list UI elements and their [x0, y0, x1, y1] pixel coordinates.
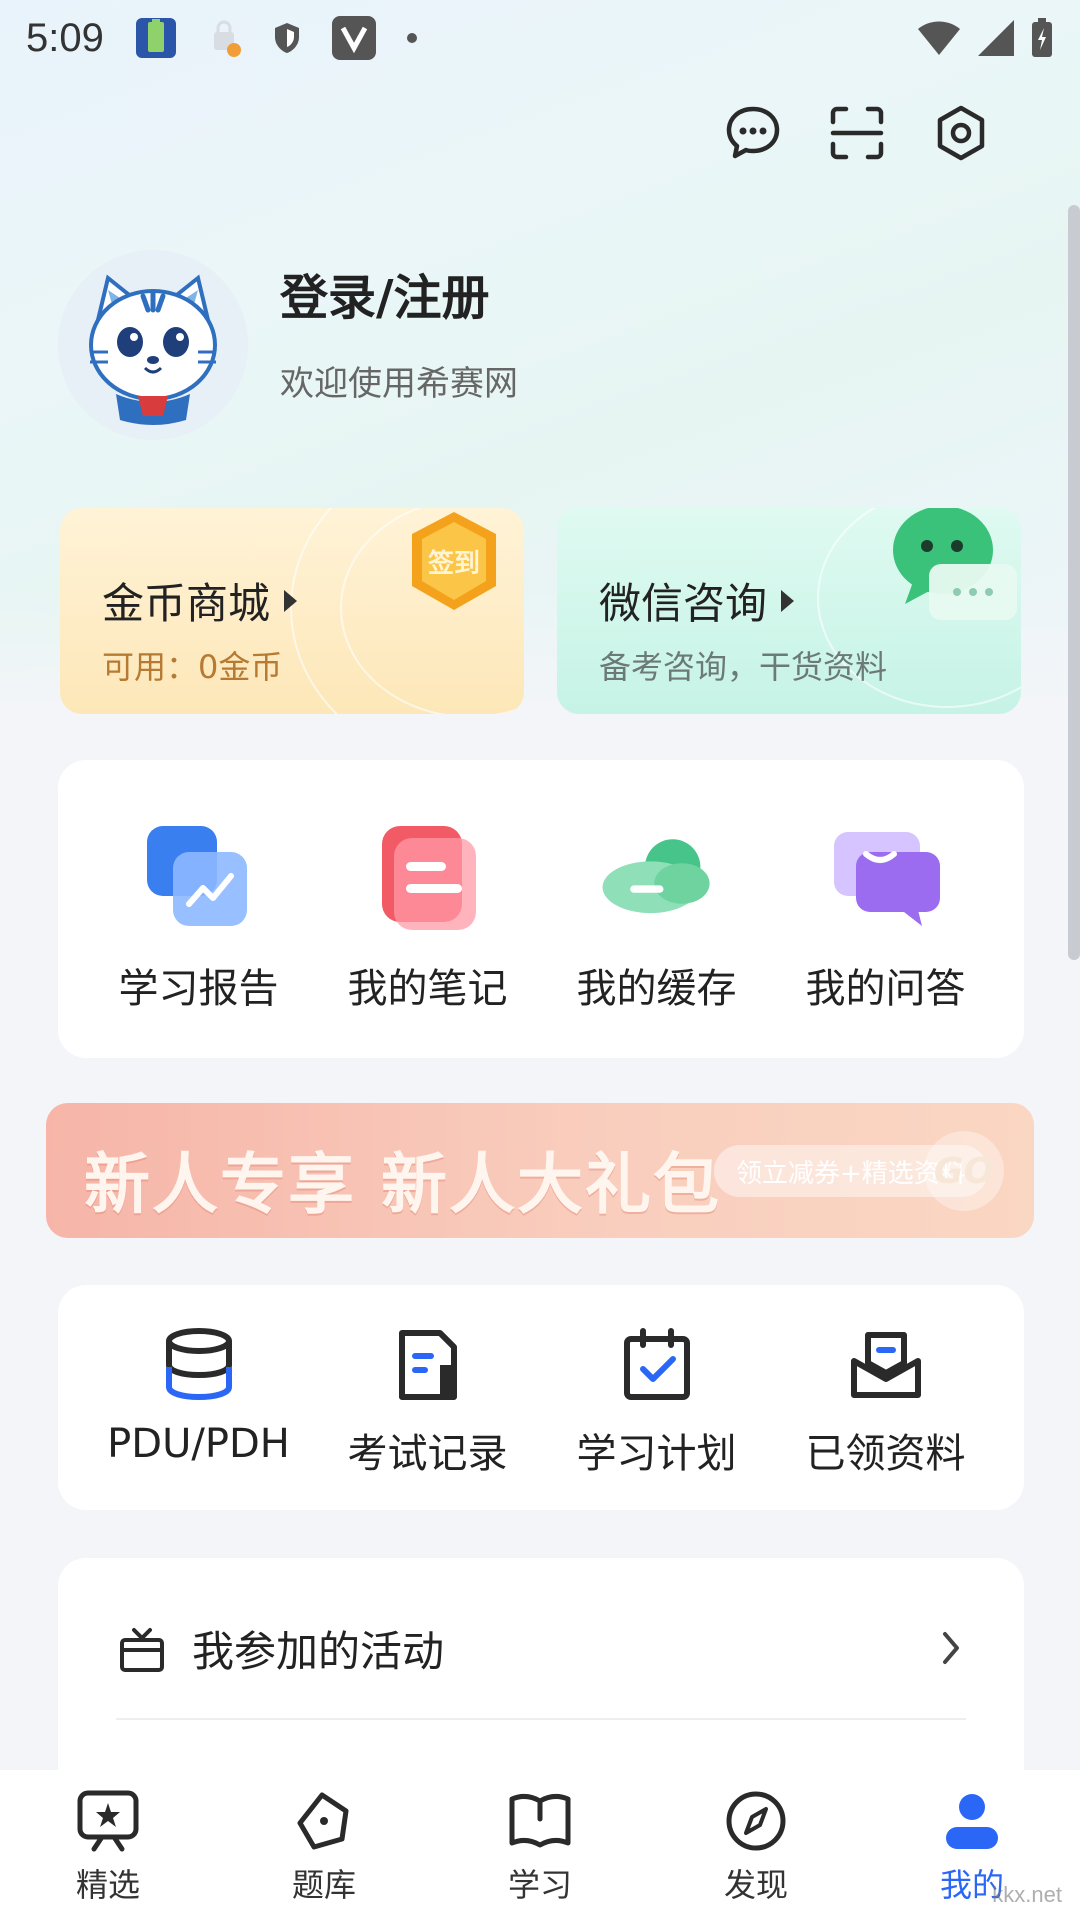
- scan-button[interactable]: [828, 104, 886, 162]
- scan-icon: [830, 106, 884, 160]
- feature-my-qa[interactable]: 我的问答: [771, 818, 1000, 1014]
- tab-question-bank[interactable]: 题库: [216, 1770, 432, 1920]
- coin-mall-title: 金币商城: [102, 570, 298, 631]
- calendar-check-icon: [623, 1328, 690, 1400]
- features-grid: 学习报告 我的笔记 我的缓存 我的问答: [84, 818, 1024, 1014]
- wechat-consult-label: 微信咨询: [599, 579, 768, 628]
- gift-icon: [120, 1628, 164, 1672]
- chevron-right-icon: [943, 1632, 959, 1664]
- qa-chat-icon: [833, 832, 940, 926]
- cloud-cache-icon: [602, 839, 710, 914]
- tool-label: 考试记录: [347, 1431, 508, 1477]
- star-board-icon: [75, 1788, 141, 1854]
- status-bar: 5:09: [0, 0, 1080, 76]
- v-app-icon: [331, 16, 376, 60]
- message-icon: [726, 106, 780, 159]
- tab-label: 学习: [507, 1866, 572, 1904]
- tool-label: 学习计划: [576, 1431, 737, 1477]
- status-system-icons: [916, 17, 1054, 59]
- caret-right-icon: [781, 589, 795, 612]
- welcome-text: 欢迎使用希赛网: [280, 364, 518, 404]
- settings-button[interactable]: [932, 104, 990, 162]
- wechat-consult-card[interactable]: 微信咨询 备考咨询，干货资料: [557, 508, 1021, 714]
- feature-my-notes[interactable]: 我的笔记: [313, 818, 542, 1014]
- tool-label: PDU/PDH: [107, 1421, 290, 1467]
- tool-study-plan[interactable]: 学习计划: [542, 1325, 771, 1479]
- sign-in-badge-icon[interactable]: 签到: [384, 508, 524, 638]
- avatar[interactable]: [58, 250, 248, 440]
- wechat-consult-subtitle: 备考咨询，干货资料: [599, 648, 888, 686]
- tab-label: 精选: [75, 1866, 140, 1904]
- wifi-icon: [918, 21, 960, 56]
- coin-balance: 可用：0金币: [102, 648, 283, 686]
- tab-discover[interactable]: 发现: [648, 1770, 864, 1920]
- coin-mall-card[interactable]: 金币商城 可用：0金币 签到: [60, 508, 524, 714]
- tools-card: PDU/PDH 考试记录 学习计划 已领资料: [58, 1285, 1024, 1510]
- status-notification-icons: [134, 16, 418, 60]
- notes-icon: [381, 826, 476, 930]
- features-card: 学习报告 我的笔记 我的缓存 我的问答: [58, 760, 1024, 1058]
- coin-mall-label: 金币商城: [102, 579, 271, 628]
- bottom-tab-bar: 精选 题库 学习 发现 我的 kkx.net: [0, 1770, 1080, 1920]
- dot-icon: [406, 33, 417, 43]
- battery-icon: [1032, 18, 1052, 57]
- wechat-consult-title: 微信咨询: [599, 570, 795, 631]
- battery-app-icon: [135, 18, 176, 58]
- caret-right-icon: [284, 589, 298, 612]
- tab-label: 发现: [723, 1866, 788, 1904]
- gear-icon: [937, 105, 985, 161]
- feature-label: 学习报告: [118, 966, 279, 1012]
- top-actions: [724, 104, 990, 162]
- shield-icon: [274, 23, 299, 53]
- person-icon: [939, 1788, 1005, 1854]
- feature-my-cache[interactable]: 我的缓存: [542, 818, 771, 1014]
- compass-icon: [723, 1788, 789, 1854]
- tool-exam-records[interactable]: 考试记录: [313, 1325, 542, 1479]
- tab-featured[interactable]: 精选: [0, 1770, 216, 1920]
- login-register-title[interactable]: 登录/注册: [280, 258, 490, 328]
- feature-label: 我的问答: [805, 966, 966, 1012]
- report-icon: [146, 826, 247, 926]
- tiger-mascot-avatar: [89, 274, 217, 425]
- wechat-chat-icon: [893, 508, 1017, 620]
- document-icon: [398, 1330, 457, 1400]
- database-icon: [165, 1328, 232, 1401]
- my-activities-label: 我参加的活动: [192, 1626, 445, 1676]
- scrollbar[interactable]: [1068, 205, 1080, 960]
- message-button[interactable]: [724, 104, 782, 162]
- tool-pdu-pdh[interactable]: PDU/PDH: [84, 1325, 313, 1479]
- inbox-icon: [850, 1332, 921, 1398]
- divider: [116, 1718, 966, 1720]
- sign-in-badge-text: 签到: [428, 548, 480, 579]
- banner-go-button[interactable]: GO: [924, 1131, 1004, 1211]
- signal-icon: [978, 20, 1014, 56]
- tools-grid: PDU/PDH 考试记录 学习计划 已领资料: [84, 1325, 1024, 1479]
- status-time: 5:09: [26, 15, 104, 60]
- banner-main-text: 新人专享 新人大礼包: [84, 1146, 721, 1223]
- book-icon: [507, 1788, 573, 1854]
- lock-warning-icon: [213, 20, 241, 57]
- tab-label: 题库: [291, 1866, 356, 1904]
- tab-study[interactable]: 学习: [432, 1770, 648, 1920]
- watermark: kkx.net: [992, 1882, 1062, 1907]
- stone-icon: [291, 1788, 357, 1854]
- feature-study-report[interactable]: 学习报告: [84, 818, 313, 1014]
- tool-label: 已领资料: [805, 1431, 966, 1477]
- my-activities-row[interactable]: 我参加的活动: [116, 1618, 966, 1678]
- feature-label: 我的笔记: [347, 966, 508, 1012]
- feature-label: 我的缓存: [576, 966, 737, 1012]
- new-user-gift-banner[interactable]: 新人专享 新人大礼包 领立减券+精选资料 GO: [46, 1103, 1034, 1238]
- tool-received-materials[interactable]: 已领资料: [771, 1325, 1000, 1479]
